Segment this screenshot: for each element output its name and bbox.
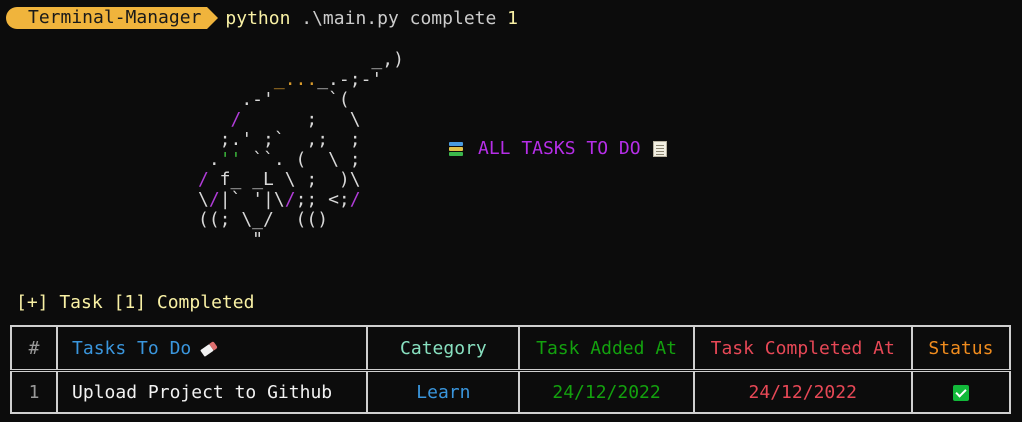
command-arg-number: 1 — [507, 7, 519, 29]
cell-category: Learn — [366, 369, 521, 414]
command-args: .\main.py complete — [290, 7, 508, 29]
scroll-icon — [652, 140, 667, 157]
ascii-line-segment: . — [198, 149, 220, 170]
check-mark-icon — [952, 384, 969, 401]
ascii-art-elephant: _,) _..._.-;-' .-' `( / ; \ ;.' ;` ,; ; … — [198, 50, 404, 250]
header-status: Status — [910, 325, 1012, 372]
ascii-line: " — [198, 229, 264, 250]
ascii-line-segment: ``. ( \ ; — [241, 149, 361, 170]
header-number: # — [9, 325, 59, 372]
ascii-line-segment: ; \ — [241, 109, 361, 130]
ascii-line-segment: / — [349, 189, 361, 210]
prompt-command: python .\main.py complete 1 — [225, 8, 518, 29]
ascii-line: .-' `( — [198, 89, 350, 110]
cell-task-added-at: 24/12/2022 — [518, 369, 695, 414]
ascii-line-segment: ;; <; — [295, 189, 350, 210]
ascii-line: _,) — [198, 49, 404, 70]
cell-number: 1 — [9, 369, 59, 414]
header-task-added-at: Task Added At — [518, 325, 695, 372]
books-icon — [448, 141, 464, 157]
ascii-line: ;.' ;` ,; ; — [198, 129, 361, 150]
cell-task: Upload Project to Github — [56, 369, 369, 414]
tasks-table: # Tasks To Do Category Task Added At Tas… — [9, 325, 1012, 414]
command-name: python — [225, 7, 291, 29]
tasks-heading: ALL TASKS TO DO — [448, 138, 667, 159]
ascii-line-segment: _... — [198, 69, 318, 90]
ascii-line: / f_ _L \ ; )\ — [198, 169, 361, 190]
ascii-line-segment: / — [198, 169, 209, 190]
ascii-line-segment: \ — [198, 189, 209, 210]
tasks-heading-text: ALL TASKS TO DO — [478, 138, 641, 159]
ascii-line-segment: _.-;-' — [317, 69, 383, 90]
ascii-line: \/|` '|\/;; <;/ — [198, 189, 361, 210]
ascii-line-segment: |` '|\ — [219, 189, 285, 210]
header-tasks: Tasks To Do — [56, 325, 369, 372]
header-tasks-label: Tasks To Do — [72, 337, 192, 359]
cell-status — [910, 369, 1012, 414]
ascii-line-segment: / — [198, 109, 242, 130]
ascii-line: ((; \_/ (() — [198, 209, 329, 230]
ascii-line: _..._.-;-' — [198, 69, 382, 90]
pencil-icon — [200, 341, 218, 357]
table-row: 1 Upload Project to Github Learn 24/12/2… — [9, 369, 1012, 414]
ascii-line-segment: '' — [219, 149, 242, 170]
header-task-completed-at: Task Completed At — [692, 325, 913, 372]
header-category: Category — [366, 325, 521, 372]
terminal-prompt: Terminal-Manager python .\main.py comple… — [6, 6, 518, 30]
ascii-line-segment: / — [208, 189, 220, 210]
ascii-line-segment: / — [284, 189, 296, 210]
ascii-line: .'' ``. ( \ ; — [198, 149, 361, 170]
ascii-line: / ; \ — [198, 109, 361, 130]
status-message: [+] Task [1] Completed — [16, 292, 255, 313]
cell-task-completed-at: 24/12/2022 — [692, 369, 913, 414]
prompt-badge: Terminal-Manager — [6, 7, 219, 29]
ascii-line-segment: f_ _L \ ; )\ — [208, 169, 361, 190]
table-header-row: # Tasks To Do Category Task Added At Tas… — [9, 325, 1012, 372]
